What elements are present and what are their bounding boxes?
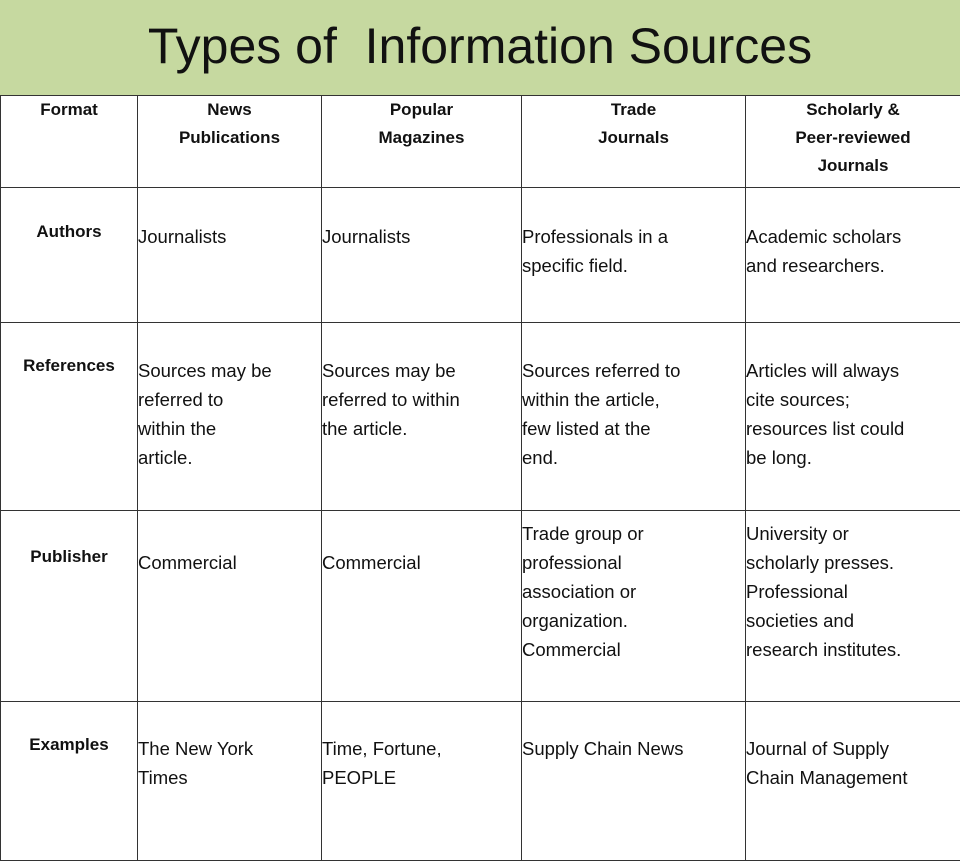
header-popular-magazines: Popular Magazines — [322, 96, 522, 188]
cell-examples-magazines: Time, Fortune, PEOPLE — [322, 702, 522, 861]
cell-examples-trade: Supply Chain News — [522, 702, 746, 861]
header-row: Format News Publications Popular Magazin… — [1, 96, 960, 188]
cell-publisher-scholarly: University or scholarly presses. Profess… — [746, 511, 960, 702]
cell-references-scholarly: Articles will always cite sources; resou… — [746, 323, 960, 511]
cell-authors-magazines: Journalists — [322, 188, 522, 323]
header-trade-journals: Trade Journals — [522, 96, 746, 188]
row-references: References Sources may be referred to wi… — [1, 323, 960, 511]
cell-examples-scholarly: Journal of Supply Chain Management — [746, 702, 960, 861]
header-news-publications: News Publications — [138, 96, 322, 188]
cell-publisher-magazines: Commercial — [322, 511, 522, 702]
cell-publisher-news: Commercial — [138, 511, 322, 702]
sources-table: Format News Publications Popular Magazin… — [0, 95, 960, 861]
row-publisher: Publisher Commercial Commercial Trade gr… — [1, 511, 960, 702]
cell-authors-news: Journalists — [138, 188, 322, 323]
row-label-authors: Authors — [1, 188, 138, 323]
cell-references-news: Sources may be referred to within the ar… — [138, 323, 322, 511]
row-label-publisher: Publisher — [1, 511, 138, 702]
cell-authors-scholarly: Academic scholars and researchers. — [746, 188, 960, 323]
title-banner: Types of Information Sources — [0, 0, 960, 95]
row-label-references: References — [1, 323, 138, 511]
cell-authors-trade: Professionals in a specific field. — [522, 188, 746, 323]
page-title: Types of Information Sources — [0, 14, 960, 78]
header-format: Format — [1, 96, 138, 188]
row-authors: Authors Journalists Journalists Professi… — [1, 188, 960, 323]
header-scholarly-journals: Scholarly & Peer-reviewed Journals — [746, 96, 960, 188]
cell-references-trade: Sources referred to within the article, … — [522, 323, 746, 511]
row-label-examples: Examples — [1, 702, 138, 861]
cell-publisher-trade: Trade group or professional association … — [522, 511, 746, 702]
row-examples: Examples The New York Times Time, Fortun… — [1, 702, 960, 861]
cell-references-magazines: Sources may be referred to within the ar… — [322, 323, 522, 511]
cell-examples-news: The New York Times — [138, 702, 322, 861]
